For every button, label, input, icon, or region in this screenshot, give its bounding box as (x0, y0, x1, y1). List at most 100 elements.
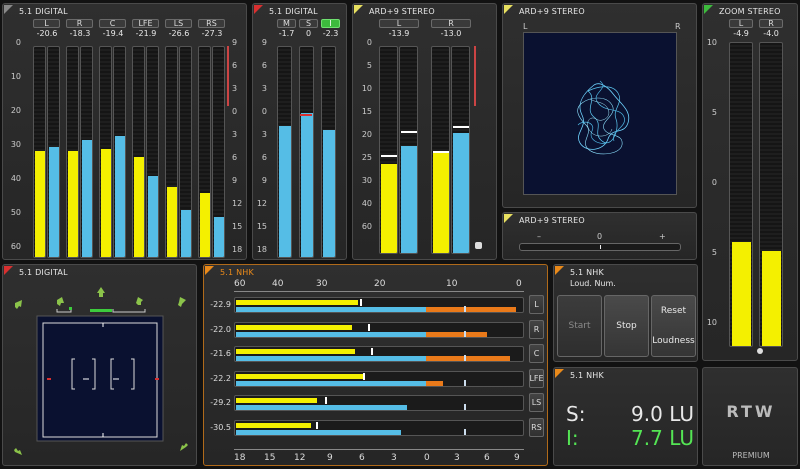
correlation-indicator (600, 245, 601, 249)
stop-button[interactable]: Stop (604, 295, 649, 357)
channel-select-button[interactable]: RS (529, 417, 544, 437)
channel-name-box: LFE (132, 19, 159, 28)
channel-name-box[interactable]: I (321, 19, 340, 28)
panel-brand: RTW PREMIUM (702, 367, 798, 466)
scale-label-right: 9 (232, 176, 238, 185)
panel-color-tag (4, 5, 13, 14)
peak-meter (212, 46, 225, 258)
panel-color-tag (354, 5, 363, 14)
reset-label: Reset (660, 306, 687, 316)
loudness-bar (323, 130, 335, 257)
panel-title: ARD+9 STEREO (369, 7, 435, 16)
reset-loudness-button[interactable]: Reset Loudness (651, 295, 696, 357)
level-bar (167, 187, 177, 257)
bottom-scale-line (234, 449, 524, 450)
bottom-scale-label: 6 (484, 453, 490, 463)
panel-ard-stereo-bargraph[interactable]: ARD+9 STEREO L -13.9 R -13.0 0 5 10 15 20 25 30 40 6… (352, 3, 497, 260)
level-meter (431, 46, 450, 254)
zoom-meter (729, 42, 753, 347)
channel-value: -18.3 (69, 29, 91, 38)
yellow-bar (236, 373, 364, 379)
channel-name-box: R (431, 19, 471, 28)
short-term-label: S: (566, 402, 586, 426)
channel-name-box: L (729, 19, 753, 28)
channel-name-box[interactable]: M (277, 19, 296, 28)
channel-name-box[interactable]: S (299, 19, 318, 28)
channel-value: -27.3 (201, 29, 223, 38)
panel-color-tag (504, 214, 513, 223)
panel-correlation[interactable]: ARD+9 STEREO – 0 + (502, 212, 697, 260)
panel-title: ARD+9 STEREO (519, 216, 585, 225)
goniometer-display (523, 32, 677, 195)
scale-label: 0 (261, 107, 267, 116)
panel-5-1-digital-loudness[interactable]: 5.1 DIGITAL M -1.7 S 0 I -2.3 9 6 3 0 3 6 9 12 15 18 (252, 3, 347, 260)
peak-marker (363, 372, 365, 380)
peak-marker (360, 299, 362, 306)
peak-meter (47, 46, 60, 258)
orange-bar (426, 307, 516, 312)
channel-value: -4.9 (733, 29, 749, 38)
reference-red-marker (300, 114, 312, 116)
peak-marker (316, 421, 318, 429)
yellow-bar (236, 349, 355, 354)
top-scale-label: 0 (516, 279, 522, 289)
scale-label-left: 40 (10, 174, 21, 183)
top-scale-line (234, 291, 524, 292)
scale-label: 3 (261, 84, 267, 93)
start-button[interactable]: Start (557, 295, 602, 357)
rtw-logo: RTW (726, 402, 776, 421)
loudness-bar (279, 126, 291, 257)
channel-select-button[interactable]: R (529, 319, 544, 339)
panel-color-tag (555, 369, 564, 378)
loudness-meter (277, 46, 292, 258)
peak-marker (371, 348, 373, 355)
blue-bar (236, 331, 427, 337)
channel-select-button[interactable]: L (529, 295, 544, 314)
channel-value: -13.9 (388, 29, 410, 38)
peak-meter (179, 46, 192, 258)
blue-marker (464, 428, 466, 435)
panel-nhk-meters[interactable]: 5.1 NHK 60 40 30 20 10 0 -22.9 L -22.0 R -21.6 C -22… (203, 264, 548, 466)
channel-value: -4.0 (763, 29, 779, 38)
correlation-minus-label: – (537, 232, 541, 241)
channel-name-box: L (33, 19, 60, 28)
top-scale-label: 60 (234, 279, 246, 289)
level-bar (381, 164, 397, 253)
channel-name-box: R (759, 19, 783, 28)
yellow-bar (236, 398, 317, 403)
integrated-label: I: (566, 426, 579, 450)
scale-label: 5 (711, 108, 717, 117)
loudness-label: Loudness (652, 336, 695, 346)
peak-meter (451, 46, 470, 254)
panel-color-tag (555, 266, 564, 275)
correlation-zero-label: 0 (597, 232, 603, 241)
panel-5-1-digital-bargraph[interactable]: 5.1 DIGITAL L -20.6 R -18.3 C -19.4 LFE -21.9 LS… (2, 3, 247, 260)
scale-label: 9 (261, 176, 267, 185)
row-value: -30.5 (210, 422, 231, 432)
level-meter (33, 46, 46, 258)
panel-loudness-control[interactable]: 5.1 NHK Loud. Num. Start Stop Reset Loud… (553, 264, 698, 362)
channel-select-button[interactable]: LS (529, 393, 544, 412)
panel-title: 5.1 NHK (570, 268, 604, 277)
peak-hold-line (401, 131, 417, 133)
panel-color-tag (704, 5, 713, 14)
scale-red-line (474, 46, 476, 106)
panel-goniometer[interactable]: ARD+9 STEREO L R (502, 3, 697, 208)
panel-loudness-readout[interactable]: 5.1 NHK S: 9.0 LU I: 7.7 LU (553, 367, 698, 466)
scale-label-right: 0 (232, 107, 238, 116)
peak-bar (401, 146, 417, 253)
scale-label: 6 (261, 61, 267, 70)
horizontal-meter (234, 370, 524, 387)
loudness-meter (321, 46, 336, 258)
panel-zoom-stereo[interactable]: ZOOM STEREO L -4.9 R -4.0 10 5 0 5 10 (702, 3, 798, 361)
channel-select-button[interactable]: C (529, 344, 544, 363)
peak-hold-line (433, 151, 449, 153)
level-bar (433, 153, 449, 253)
channel-value: -21.9 (135, 29, 157, 38)
bottom-scale-label: 3 (391, 453, 397, 463)
panel-surround-sound-field[interactable]: 5.1 DIGITAL (2, 264, 197, 466)
channel-select-button[interactable]: LFE (529, 368, 544, 388)
scale-label-left: 20 (10, 106, 21, 115)
panel-title: ZOOM STEREO (719, 7, 781, 16)
scale-label-left: 10 (10, 72, 21, 81)
